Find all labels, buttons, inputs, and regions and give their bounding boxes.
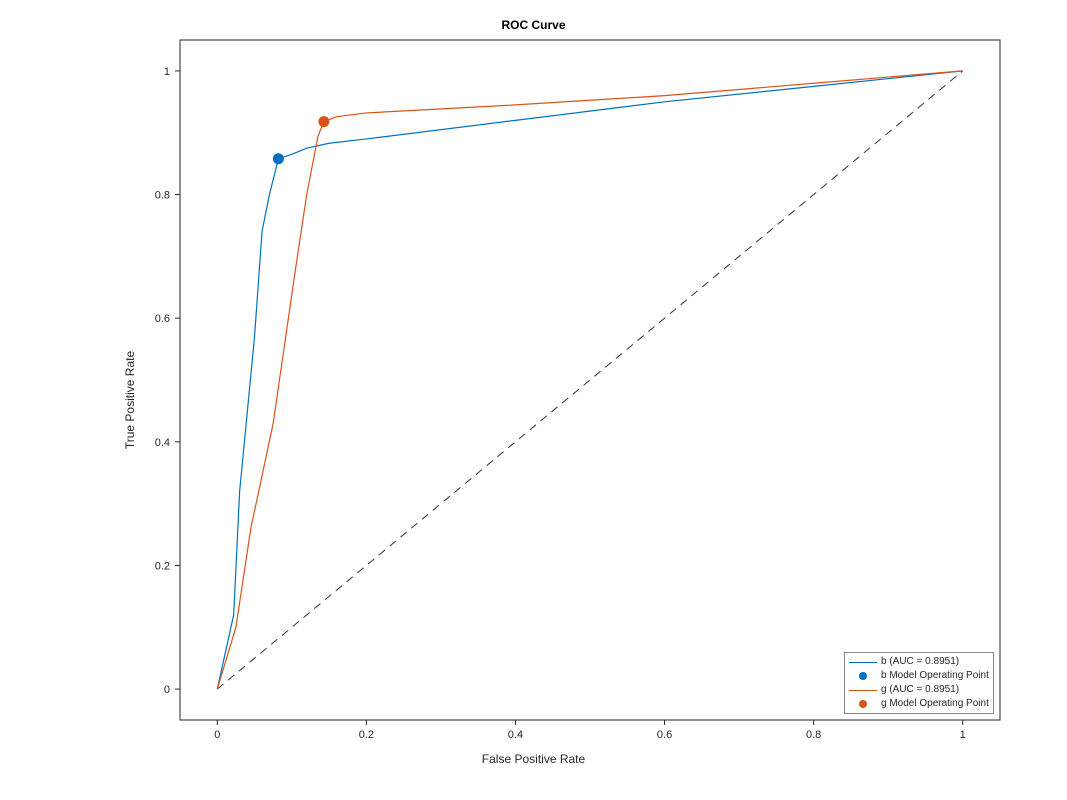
svg-text:1: 1 (164, 66, 170, 78)
roc-chart-figure: ROC Curve True Positive Rate False Posit… (0, 0, 1067, 800)
svg-text:0.8: 0.8 (806, 729, 821, 741)
legend-entry: g (AUC = 0.8951) (849, 683, 989, 697)
svg-text:0.6: 0.6 (657, 729, 672, 741)
svg-text:0.8: 0.8 (155, 190, 170, 202)
legend: b (AUC = 0.8951)b Model Operating Pointg… (844, 652, 994, 714)
svg-text:1: 1 (960, 729, 966, 741)
legend-label: g Model Operating Point (881, 697, 989, 711)
svg-text:0: 0 (164, 684, 170, 696)
legend-entry: g Model Operating Point (849, 697, 989, 711)
svg-text:0.4: 0.4 (155, 437, 170, 449)
legend-label: g (AUC = 0.8951) (881, 683, 959, 697)
svg-text:0.2: 0.2 (359, 729, 374, 741)
svg-text:0.6: 0.6 (155, 313, 170, 325)
svg-text:0: 0 (214, 729, 220, 741)
legend-label: b Model Operating Point (881, 669, 989, 683)
svg-text:0.4: 0.4 (508, 729, 523, 741)
legend-label: b (AUC = 0.8951) (881, 655, 959, 669)
legend-entry: b (AUC = 0.8951) (849, 655, 989, 669)
legend-entry: b Model Operating Point (849, 669, 989, 683)
svg-text:0.2: 0.2 (155, 560, 170, 572)
